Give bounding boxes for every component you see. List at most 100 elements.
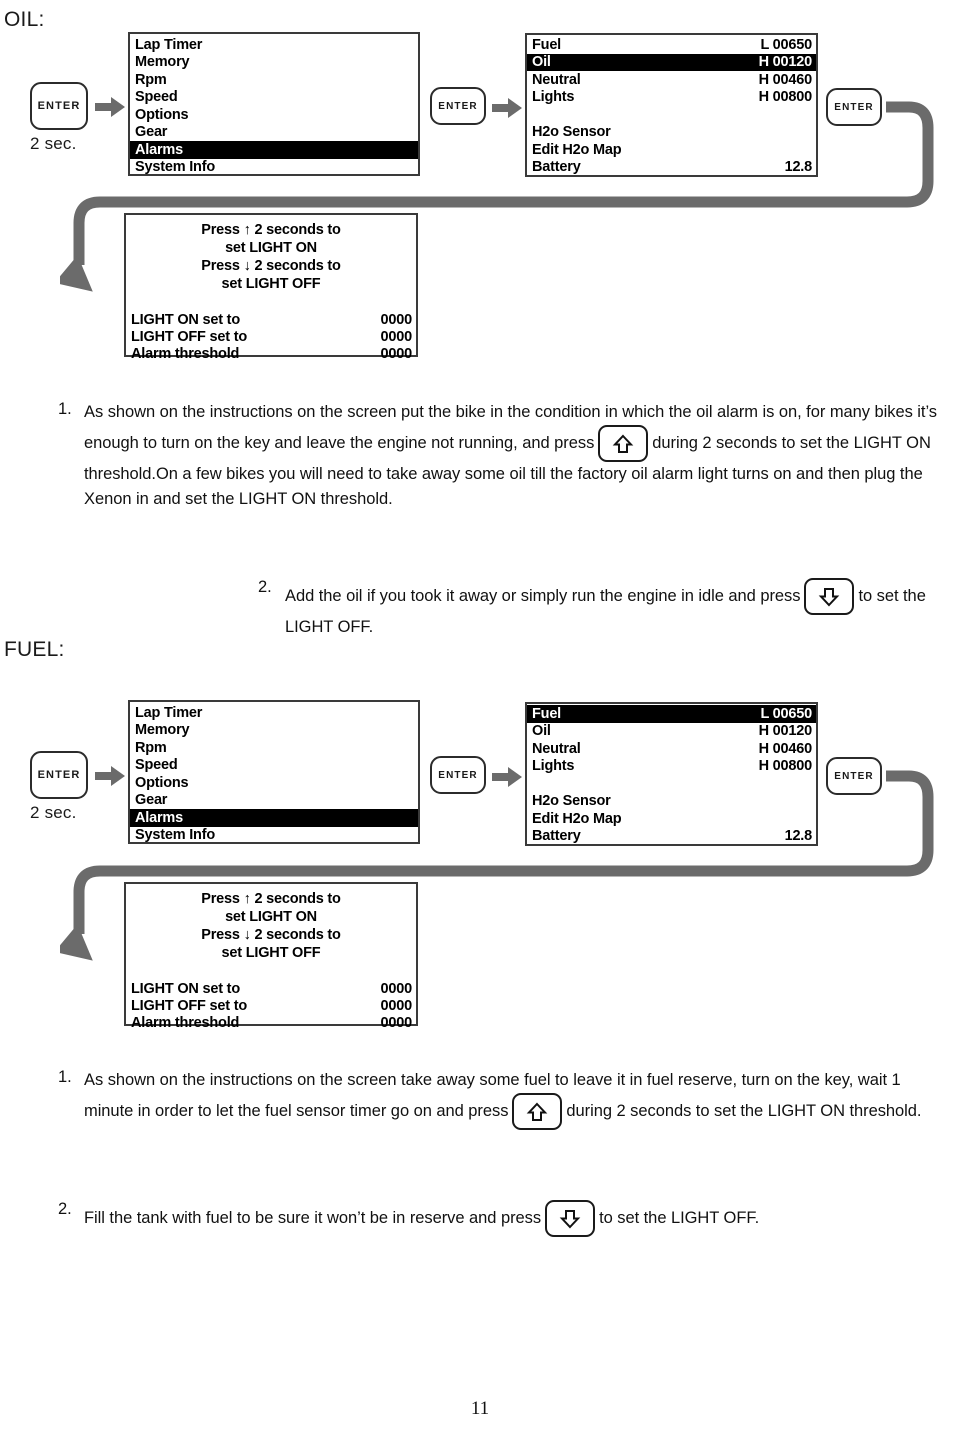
lcd-row[interactable]: Rpm [130, 739, 418, 757]
lcd-row[interactable]: Fuel L 00650 [527, 705, 816, 723]
step-number: 2. [258, 578, 272, 596]
lcd-row[interactable]: Oil H 00120 [527, 723, 816, 741]
lcd-row[interactable]: Lights H 00800 [527, 758, 816, 776]
lcd-main-menu-oil[interactable]: Lap Timer Memory Rpm Speed Options Gear Alarms… [128, 32, 420, 176]
lcd-row[interactable]: Lap Timer [130, 36, 418, 54]
lcd-row[interactable] [527, 775, 816, 793]
step-text-oil-2: Add the oil if you took it away or simpl… [285, 578, 955, 640]
enter-key-fuel-mid[interactable]: ENTER [430, 756, 486, 794]
lcd-row[interactable]: Neutral H 00460 [527, 71, 816, 89]
lcd-spacer [126, 293, 416, 312]
lcd-threshold-label: LIGHT OFF set to [131, 329, 248, 346]
lcd-instruction-line: set LIGHT OFF [221, 276, 321, 292]
lcd-main-menu-fuel[interactable]: Lap Timer Memory Rpm Speed Options Gear Alarms… [128, 700, 420, 844]
lcd-row[interactable]: Memory [130, 722, 418, 740]
lcd-row[interactable]: Gear [130, 124, 418, 142]
lcd-threshold-fuel[interactable]: Press ↑ 2 seconds to set LIGHT ON Press ↓ … [124, 882, 418, 1030]
lcd-row-value: H 00120 [758, 54, 813, 70]
lcd-threshold-value: 0000 [380, 998, 413, 1015]
lcd-row[interactable]: Alarms [130, 141, 418, 159]
lcd-row[interactable]: Battery 12.8 [527, 159, 816, 177]
lcd-threshold-value: 0000 [380, 312, 413, 329]
lcd-row[interactable]: Oil H 00120 [527, 53, 816, 71]
section-heading-oil: OIL: [4, 8, 45, 31]
arrow-up-key-icon[interactable] [512, 1093, 563, 1130]
lcd-row-label: Oil [532, 723, 551, 739]
lcd-row-label: Edit H2o Map [532, 141, 622, 158]
lcd-row[interactable]: H2o Sensor [527, 793, 816, 811]
enter-key-fuel-left[interactable]: ENTER [30, 751, 88, 799]
lcd-row[interactable]: H2o Sensor [527, 124, 816, 142]
lcd-threshold-value: 0000 [380, 981, 413, 998]
lcd-row-value: H 00460 [758, 71, 813, 88]
lcd-row[interactable]: Battery 12.8 [527, 828, 816, 846]
lcd-row[interactable]: Speed [130, 89, 418, 107]
lcd-row[interactable]: Edit H2o Map [527, 810, 816, 828]
lcd-threshold-value: 0000 [380, 346, 413, 363]
arrow-right-icon [95, 766, 125, 786]
lcd-row[interactable]: Lap Timer [130, 704, 418, 722]
arrow-down-key-icon[interactable] [804, 578, 855, 615]
lcd-threshold-label: Alarm threshold [131, 346, 240, 363]
arrow-up-key-icon[interactable] [598, 425, 649, 462]
lcd-row[interactable]: Speed [130, 757, 418, 775]
lcd-row[interactable]: Lights H 00800 [527, 89, 816, 107]
lcd-row[interactable]: System Info [130, 827, 418, 845]
lcd-row[interactable]: Neutral H 00460 [527, 740, 816, 758]
lcd-row-label: System Info [135, 827, 215, 843]
lcd-row[interactable] [527, 106, 816, 124]
arrow-down-key-icon[interactable] [545, 1200, 596, 1237]
lcd-row-value: 12.8 [784, 159, 813, 175]
lcd-row-label: Neutral [532, 740, 581, 757]
lcd-row[interactable]: Options [130, 774, 418, 792]
lcd-instruction-line: set LIGHT ON [225, 909, 317, 925]
lcd-row-label: Gear [135, 124, 168, 140]
lcd-threshold-oil[interactable]: Press ↑ 2 seconds to set LIGHT ON Press ↓ … [124, 213, 418, 361]
lcd-row[interactable]: Gear [130, 792, 418, 810]
lcd-threshold-label: LIGHT ON set to [131, 981, 240, 998]
lcd-row-value: H 00800 [758, 89, 813, 105]
enter-key-oil-mid[interactable]: ENTER [430, 87, 486, 125]
enter-key-fuel-right[interactable]: ENTER [826, 757, 882, 795]
lcd-row[interactable]: Options [130, 106, 418, 124]
lcd-row-label: Lights [532, 758, 575, 774]
lcd-row-label: Oil [532, 54, 551, 70]
enter-key-oil-left[interactable]: ENTER [30, 82, 88, 130]
lcd-threshold-label: Alarm threshold [131, 1015, 240, 1032]
page-number: 11 [470, 1398, 490, 1419]
step-text-oil-1: As shown on the instructions on the scre… [84, 400, 952, 512]
lcd-threshold-row[interactable]: LIGHT ON set to 0000 [126, 981, 416, 998]
lcd-instruction-line: set LIGHT OFF [221, 945, 321, 961]
lcd-threshold-row[interactable]: Alarm threshold 0000 [126, 1015, 416, 1032]
step-number: 1. [58, 400, 72, 418]
lcd-threshold-label: LIGHT ON set to [131, 312, 240, 329]
lcd-row-label: Options [135, 774, 189, 791]
lcd-row[interactable]: Alarms [130, 809, 418, 827]
lcd-threshold-row[interactable]: LIGHT OFF set to 0000 [126, 329, 416, 346]
lcd-alarms-oil[interactable]: Fuel L 00650 Oil H 00120 Neutral H 00460 Light… [525, 33, 818, 177]
lcd-threshold-row[interactable]: Alarm threshold 0000 [126, 346, 416, 363]
lcd-alarms-fuel[interactable]: Fuel L 00650 Oil H 00120 Neutral H 00460 Light… [525, 702, 818, 846]
step-text-part: during 2 seconds to set the LIGHT ON thr… [566, 1101, 922, 1120]
lcd-threshold-label: LIGHT OFF set to [131, 998, 248, 1015]
lcd-row-label: Alarms [135, 141, 183, 158]
lcd-row-label: Speed [135, 89, 178, 105]
lcd-row-label: Alarms [135, 809, 183, 826]
lcd-row-label: Memory [135, 54, 190, 70]
lcd-row[interactable]: Fuel L 00650 [527, 36, 816, 54]
lcd-row-value: 12.8 [784, 828, 813, 844]
lcd-row-label: Lap Timer [135, 36, 203, 53]
document-page: OIL: ENTER 2 sec. Lap Timer Memory Rpm Spee… [0, 0, 960, 1451]
lcd-row[interactable]: Memory [130, 54, 418, 72]
enter-key-oil-right[interactable]: ENTER [826, 88, 882, 126]
hold-duration-fuel-left: 2 sec. [30, 803, 77, 822]
lcd-row[interactable]: Rpm [130, 71, 418, 89]
lcd-threshold-row[interactable]: LIGHT OFF set to 0000 [126, 998, 416, 1015]
lcd-row[interactable]: System Info [130, 159, 418, 177]
arrow-right-icon [95, 97, 125, 117]
lcd-row-label: Lights [532, 89, 575, 105]
lcd-row[interactable]: Edit H2o Map [527, 141, 816, 159]
arrow-right-icon [492, 767, 522, 787]
lcd-row-label: Fuel [532, 36, 562, 53]
lcd-threshold-row[interactable]: LIGHT ON set to 0000 [126, 312, 416, 329]
